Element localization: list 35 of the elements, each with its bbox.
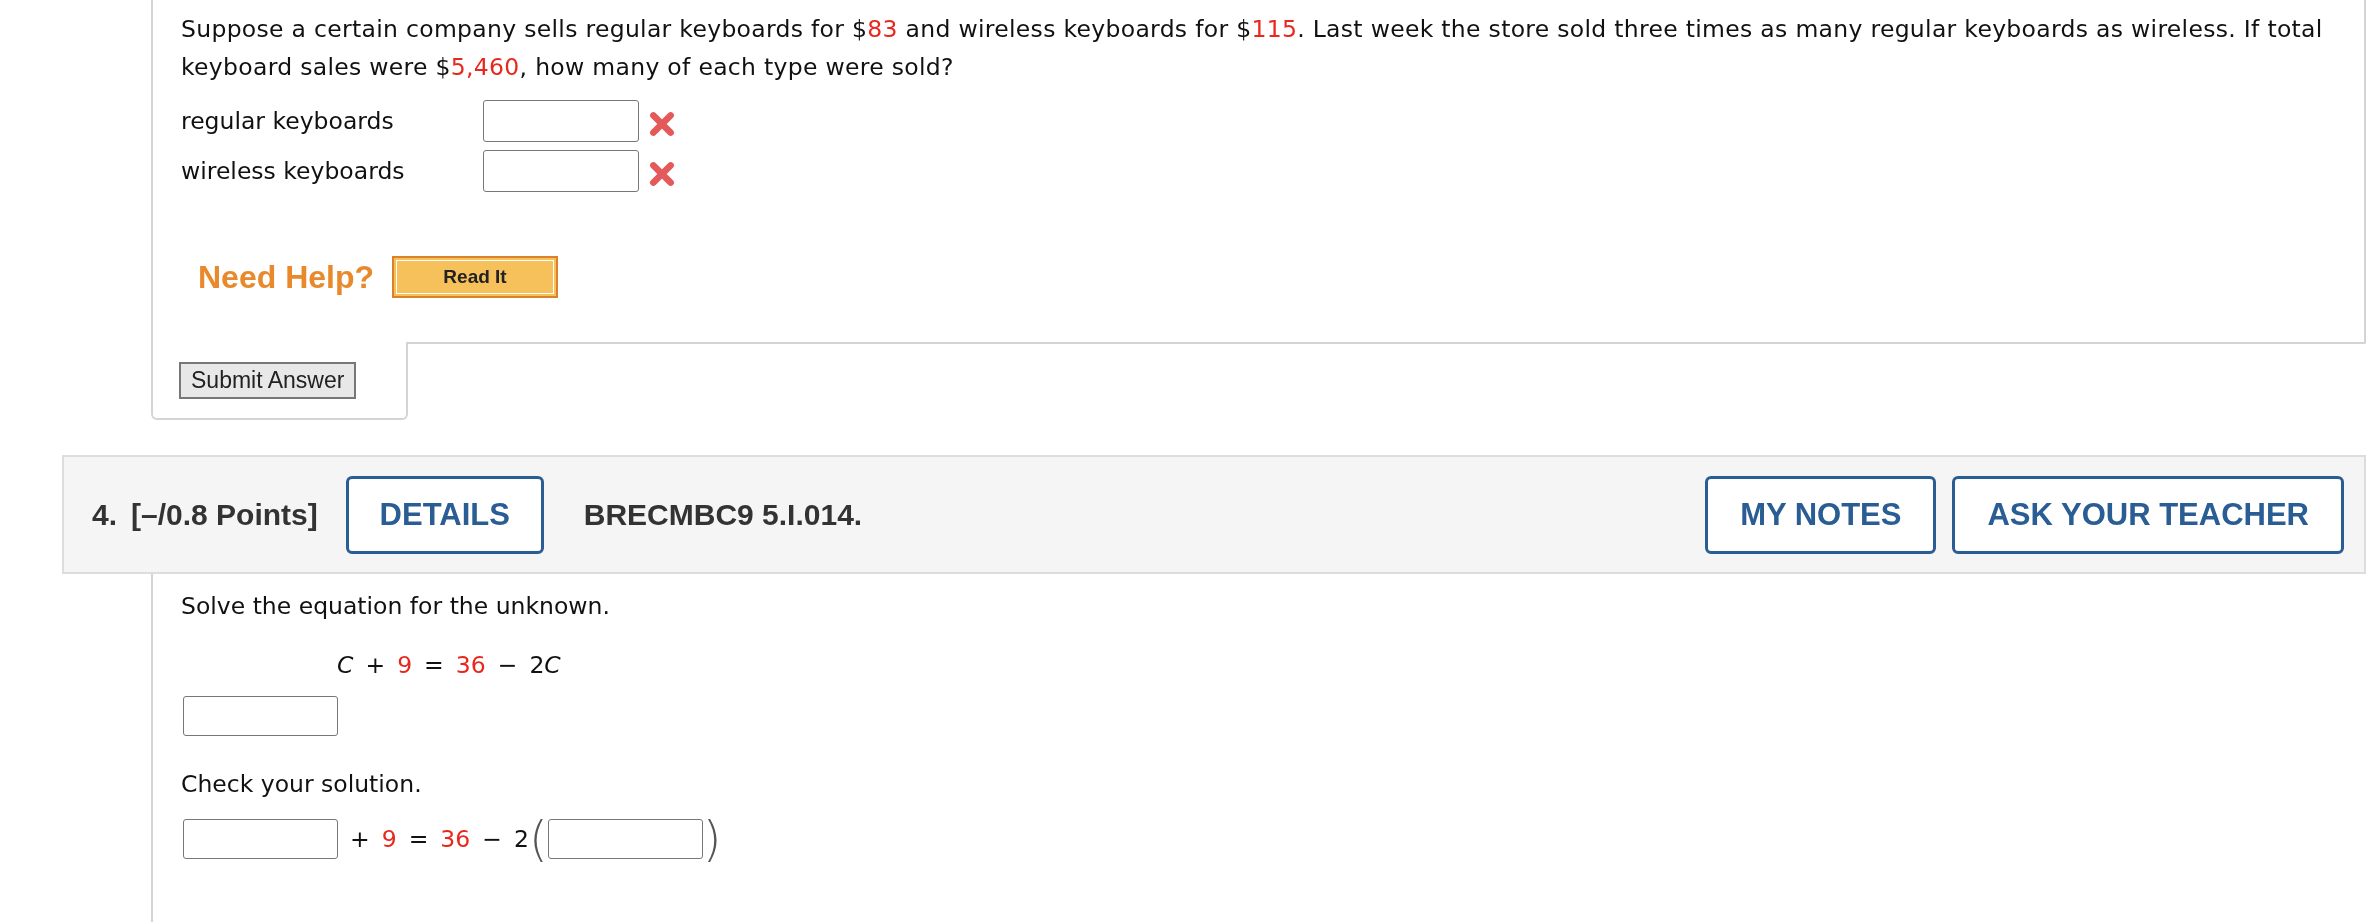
operator: − — [496, 651, 519, 679]
read-it-button[interactable]: Read It — [392, 256, 559, 298]
operator: + — [349, 825, 371, 853]
answer-field[interactable] — [183, 819, 338, 859]
question-text: Suppose a certain company sells regular keyboards for $83 and wireless keyboards for $115. Last week the store sold three times as many regular keyboards as wireless. If total keyboard sales were $5,460, how many of each type were sold? — [181, 14, 2324, 83]
answer-label: regular keyboards — [181, 107, 395, 135]
submit-button[interactable]: Submit Answer — [179, 362, 357, 399]
answer-field[interactable] — [483, 150, 639, 192]
question-number: 4. — [92, 497, 118, 532]
problem-code: BRECMBC9 5.I.014. — [583, 497, 863, 532]
answer-label: wireless keyboards — [181, 157, 406, 185]
operator: = — [423, 651, 445, 679]
answer-field[interactable] — [183, 696, 338, 736]
number: 9 — [381, 825, 397, 853]
check-label: Check your solution. — [181, 769, 423, 800]
need-help-label: Need Help? — [198, 258, 375, 296]
number: 36 — [440, 825, 471, 853]
parenthesis: ( — [528, 815, 548, 863]
answer-field[interactable] — [483, 100, 639, 142]
operator: = — [407, 825, 430, 853]
number: 36 — [455, 651, 486, 679]
action-button[interactable]: MY NOTES — [1705, 475, 1937, 554]
variable: C — [337, 651, 354, 679]
details-button[interactable]: DETAILS — [345, 475, 544, 554]
operator: − — [481, 825, 503, 853]
variable: C — [544, 651, 561, 679]
instruction-text: Solve the equation for the unknown. — [181, 591, 611, 622]
answer-field[interactable] — [547, 819, 703, 859]
parenthesis: ) — [702, 815, 722, 863]
action-button[interactable]: ASK YOUR TEACHER — [1952, 475, 2344, 554]
operator: + — [364, 651, 387, 679]
equation-text: 2 — [513, 825, 529, 853]
equation-text: 2 — [529, 651, 545, 679]
points-label: [–/0.8 Points] — [131, 497, 318, 532]
number: 9 — [397, 651, 413, 679]
